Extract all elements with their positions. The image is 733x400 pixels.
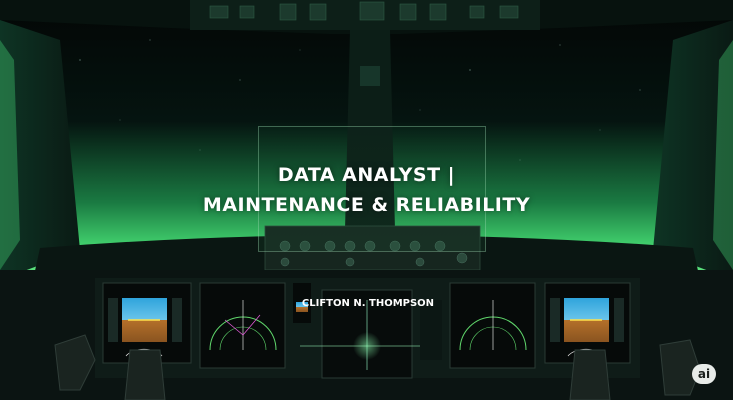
person-name: CLIFTON N. THOMPSON (301, 298, 435, 309)
navigation-display-right (449, 282, 536, 369)
title-line-2: MAINTENANCE & RELIABILITY (202, 194, 531, 216)
title-line-1: DATA ANALYST | (277, 164, 456, 186)
compass (360, 66, 380, 86)
ai-badge[interactable]: ai (692, 364, 716, 384)
navigation-display (199, 282, 286, 369)
overhead-panel (190, 0, 540, 30)
cockpit-scene: DATA ANALYST | MAINTENANCE & RELIABILITY… (0, 0, 733, 400)
page-title: DATA ANALYST | MAINTENANCE & RELIABILITY (160, 160, 573, 220)
